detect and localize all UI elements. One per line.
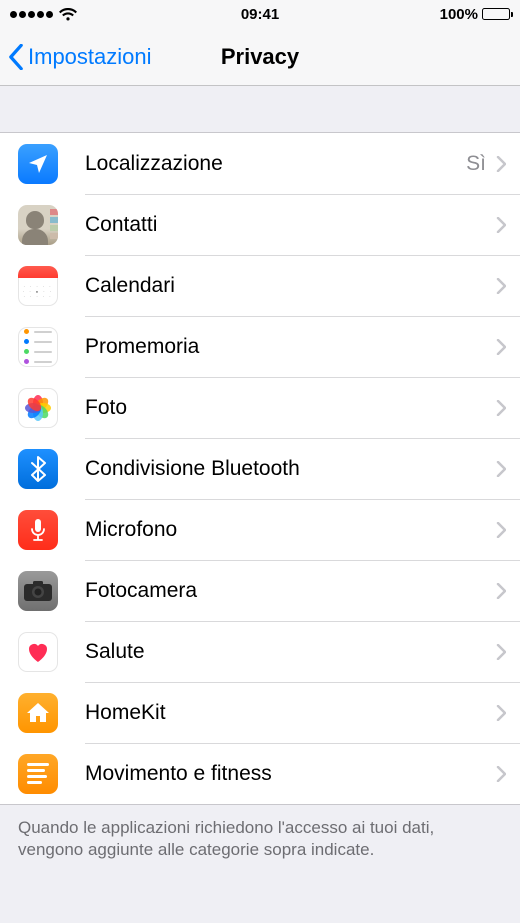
row-value: Sì xyxy=(466,152,486,176)
row-location[interactable]: Localizzazione Sì xyxy=(0,133,520,194)
chevron-left-icon xyxy=(8,44,24,70)
battery-percentage: 100% xyxy=(440,6,478,23)
row-health[interactable]: Salute xyxy=(0,621,520,682)
row-label: Fotocamera xyxy=(85,579,496,603)
row-label: Microfono xyxy=(85,518,496,542)
location-arrow-icon xyxy=(18,144,58,184)
contacts-icon xyxy=(18,205,58,245)
chevron-right-icon xyxy=(496,461,506,477)
status-bar: 09:41 100% xyxy=(0,0,520,28)
row-homekit[interactable]: HomeKit xyxy=(0,682,520,743)
chevron-right-icon xyxy=(496,400,506,416)
camera-icon xyxy=(18,571,58,611)
wifi-icon xyxy=(59,8,77,21)
footer-note: Quando le applicazioni richiedono l'acce… xyxy=(0,805,520,861)
chevron-right-icon xyxy=(496,156,506,172)
row-camera[interactable]: Fotocamera xyxy=(0,560,520,621)
chevron-right-icon xyxy=(496,705,506,721)
chevron-right-icon xyxy=(496,583,506,599)
row-label: Contatti xyxy=(85,213,496,237)
microphone-icon xyxy=(18,510,58,550)
row-label: Foto xyxy=(85,396,496,420)
battery-icon xyxy=(482,8,510,20)
signal-strength-icon xyxy=(10,11,53,18)
motion-icon xyxy=(18,754,58,794)
chevron-right-icon xyxy=(496,644,506,660)
navigation-bar: Impostazioni Privacy xyxy=(0,28,520,86)
row-bluetooth[interactable]: Condivisione Bluetooth xyxy=(0,438,520,499)
back-label: Impostazioni xyxy=(28,44,152,70)
chevron-right-icon xyxy=(496,339,506,355)
row-photos[interactable]: Foto xyxy=(0,377,520,438)
row-label: Localizzazione xyxy=(85,152,466,176)
calendar-icon: · · · · ·· · ● · ·· · · · · xyxy=(18,266,58,306)
row-label: Condivisione Bluetooth xyxy=(85,457,496,481)
row-label: Movimento e fitness xyxy=(85,762,496,786)
row-microphone[interactable]: Microfono xyxy=(0,499,520,560)
chevron-right-icon xyxy=(496,217,506,233)
chevron-right-icon xyxy=(496,766,506,782)
row-reminders[interactable]: Promemoria xyxy=(0,316,520,377)
row-motion[interactable]: Movimento e fitness xyxy=(0,743,520,804)
row-label: Promemoria xyxy=(85,335,496,359)
chevron-right-icon xyxy=(496,278,506,294)
photos-icon xyxy=(18,388,58,428)
home-icon xyxy=(18,693,58,733)
row-contacts[interactable]: Contatti xyxy=(0,194,520,255)
reminders-icon xyxy=(18,327,58,367)
heart-icon xyxy=(18,632,58,672)
chevron-right-icon xyxy=(496,522,506,538)
privacy-list: Localizzazione Sì Contatti · · · · ·· · … xyxy=(0,132,520,805)
row-label: HomeKit xyxy=(85,701,496,725)
row-calendars[interactable]: · · · · ·· · ● · ·· · · · · Calendari xyxy=(0,255,520,316)
row-label: Calendari xyxy=(85,274,496,298)
row-label: Salute xyxy=(85,640,496,664)
bluetooth-icon xyxy=(18,449,58,489)
back-button[interactable]: Impostazioni xyxy=(8,44,152,70)
